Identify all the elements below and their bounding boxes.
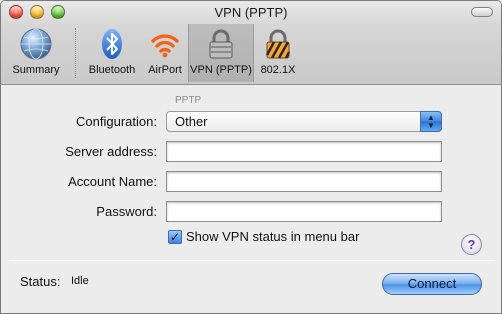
divider — [9, 260, 495, 261]
configuration-popup[interactable]: Other ▲ ▼ — [166, 111, 442, 132]
toolbar-summary[interactable]: Summary — [3, 24, 69, 82]
lock-icon — [209, 29, 233, 59]
server-address-field[interactable] — [166, 141, 442, 162]
toolbar-airport[interactable]: AirPort — [142, 24, 188, 82]
toolbar-label: Summary — [12, 64, 60, 76]
popup-arrows-icon: ▲ ▼ — [420, 111, 442, 132]
toolbar-label: 802.1X — [260, 64, 296, 76]
show-status-row[interactable]: ✓ Show VPN status in menu bar — [168, 229, 359, 244]
wifi-icon — [151, 34, 179, 58]
toolbar-label: VPN (PPTP) — [190, 64, 252, 76]
window-toolbar-area: VPN (PPTP) Summary Bluetooth AirPort VPN… — [1, 1, 501, 85]
show-status-checkbox[interactable]: ✓ — [168, 229, 182, 244]
toolbar-bluetooth[interactable]: Bluetooth — [82, 24, 142, 82]
password-label: Password: — [96, 204, 157, 219]
show-status-label: Show VPN status in menu bar — [186, 229, 360, 244]
toolbar-separator — [75, 28, 76, 78]
password-field[interactable] — [166, 201, 442, 222]
vpn-window: VPN (PPTP) Summary Bluetooth AirPort VPN… — [0, 0, 502, 314]
account-name-label: Account Name: — [68, 174, 157, 189]
toolbar-label: AirPort — [148, 64, 182, 76]
section-label: PPTP — [175, 95, 202, 106]
bluetooth-icon — [102, 29, 122, 59]
configuration-label: Configuration: — [76, 114, 157, 129]
toolbar-vpn-pptp[interactable]: VPN (PPTP) — [188, 24, 254, 82]
globe-icon — [20, 28, 52, 60]
status-label: Status: — [20, 274, 61, 289]
status-value: Idle — [71, 275, 89, 287]
toolbar-toggle-button[interactable] — [471, 7, 493, 17]
toolbar-8021x[interactable]: 802.1X — [254, 24, 302, 82]
configuration-value: Other — [175, 114, 208, 129]
help-button[interactable]: ? — [461, 234, 482, 255]
server-address-label: Server address: — [65, 144, 157, 159]
lock-striped-icon — [265, 29, 291, 59]
account-name-field[interactable] — [166, 171, 442, 192]
toolbar: Summary Bluetooth AirPort VPN (PPTP) 802… — [3, 24, 302, 82]
connect-button[interactable]: Connect — [382, 273, 482, 295]
toolbar-label: Bluetooth — [88, 64, 136, 76]
window-title: VPN (PPTP) — [214, 5, 288, 20]
